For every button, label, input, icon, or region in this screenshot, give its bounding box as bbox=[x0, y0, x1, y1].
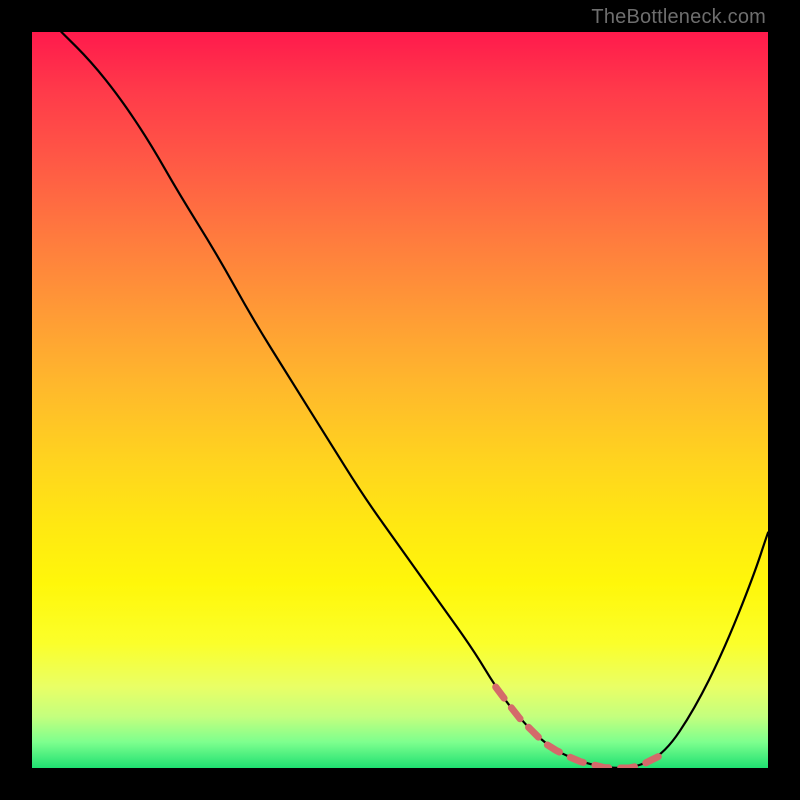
plot-area bbox=[32, 32, 768, 768]
bottleneck-curve bbox=[61, 32, 768, 768]
optimal-range-highlight bbox=[496, 687, 665, 768]
watermark-label: TheBottleneck.com bbox=[591, 6, 766, 29]
chart-container: TheBottleneck.com bbox=[0, 0, 800, 800]
chart-svg bbox=[32, 32, 768, 768]
